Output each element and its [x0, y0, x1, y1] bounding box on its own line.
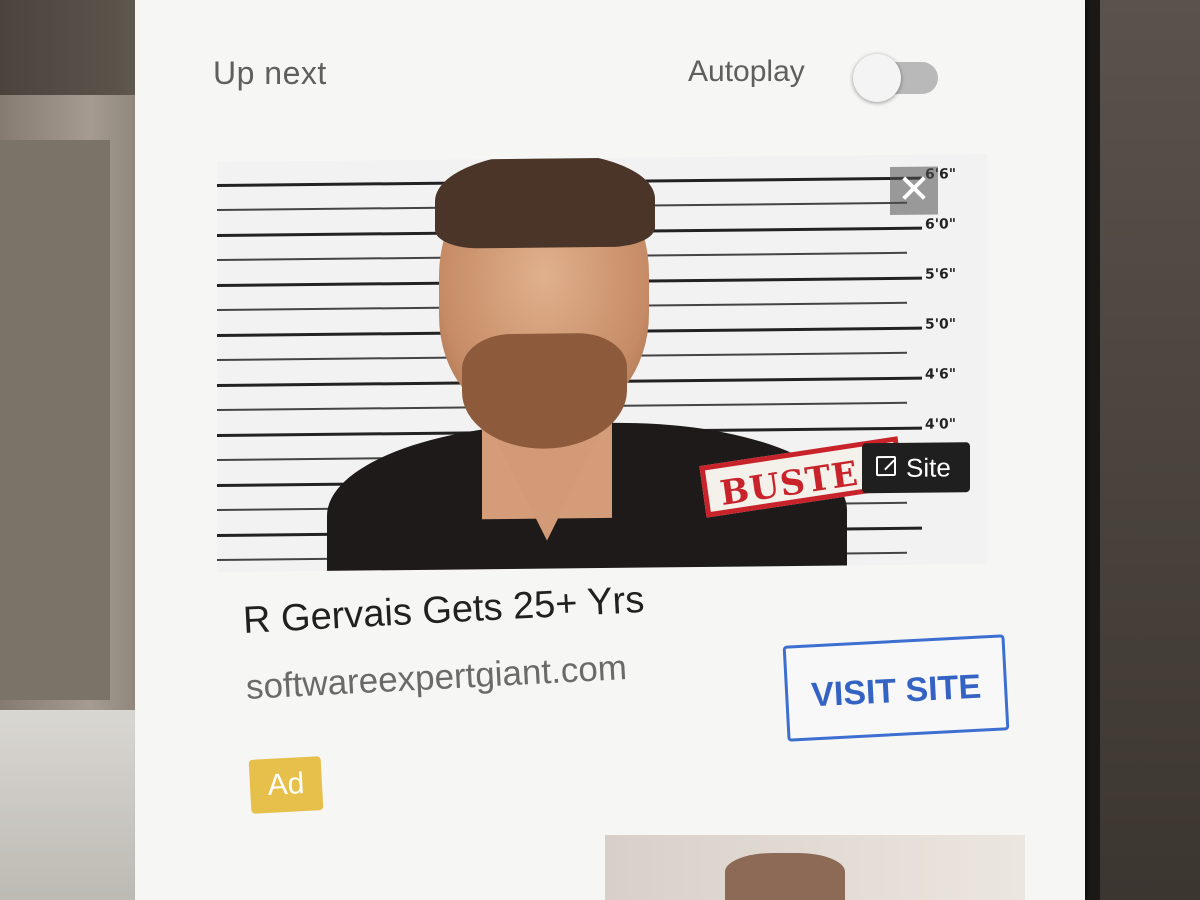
- close-icon[interactable]: ✕: [890, 166, 938, 215]
- up-next-label: Up next: [213, 55, 327, 91]
- open-in-new-icon: [876, 455, 896, 477]
- next-video-thumbnail-image: [725, 853, 845, 900]
- ad-title[interactable]: R Gervais Gets 25+ Yrs: [242, 579, 645, 643]
- site-button-label: Site: [906, 452, 951, 483]
- height-label: 4'6": [925, 366, 957, 383]
- autoplay-label: Autoplay: [688, 55, 805, 88]
- visit-site-button[interactable]: VISIT SITE: [782, 634, 1010, 742]
- height-label: 6'0": [925, 216, 957, 233]
- next-video-thumbnail[interactable]: [605, 835, 1025, 900]
- height-label: 4'0": [925, 416, 957, 433]
- height-label: 5'6": [925, 266, 957, 283]
- site-button[interactable]: Site: [862, 442, 970, 494]
- height-label: 5'0": [925, 316, 957, 333]
- ad-badge: Ad: [248, 756, 324, 814]
- phone-screen: Up next Autoplay 6'6" 6'0" 5'6" 5'0" 4'6" 4'0…: [135, 0, 1085, 900]
- thumbnail-hair: [435, 153, 655, 249]
- up-next-header: Up next Autoplay: [213, 54, 943, 102]
- ad-thumbnail[interactable]: 6'6"6'0"5'6"5'0"4'6"4'0"3'6" BUSTE ✕ Sit…: [217, 153, 987, 573]
- ad-url[interactable]: softwareexpertgiant.com: [245, 648, 628, 708]
- background-window-frame: [0, 140, 110, 700]
- autoplay-toggle-knob[interactable]: [853, 54, 901, 102]
